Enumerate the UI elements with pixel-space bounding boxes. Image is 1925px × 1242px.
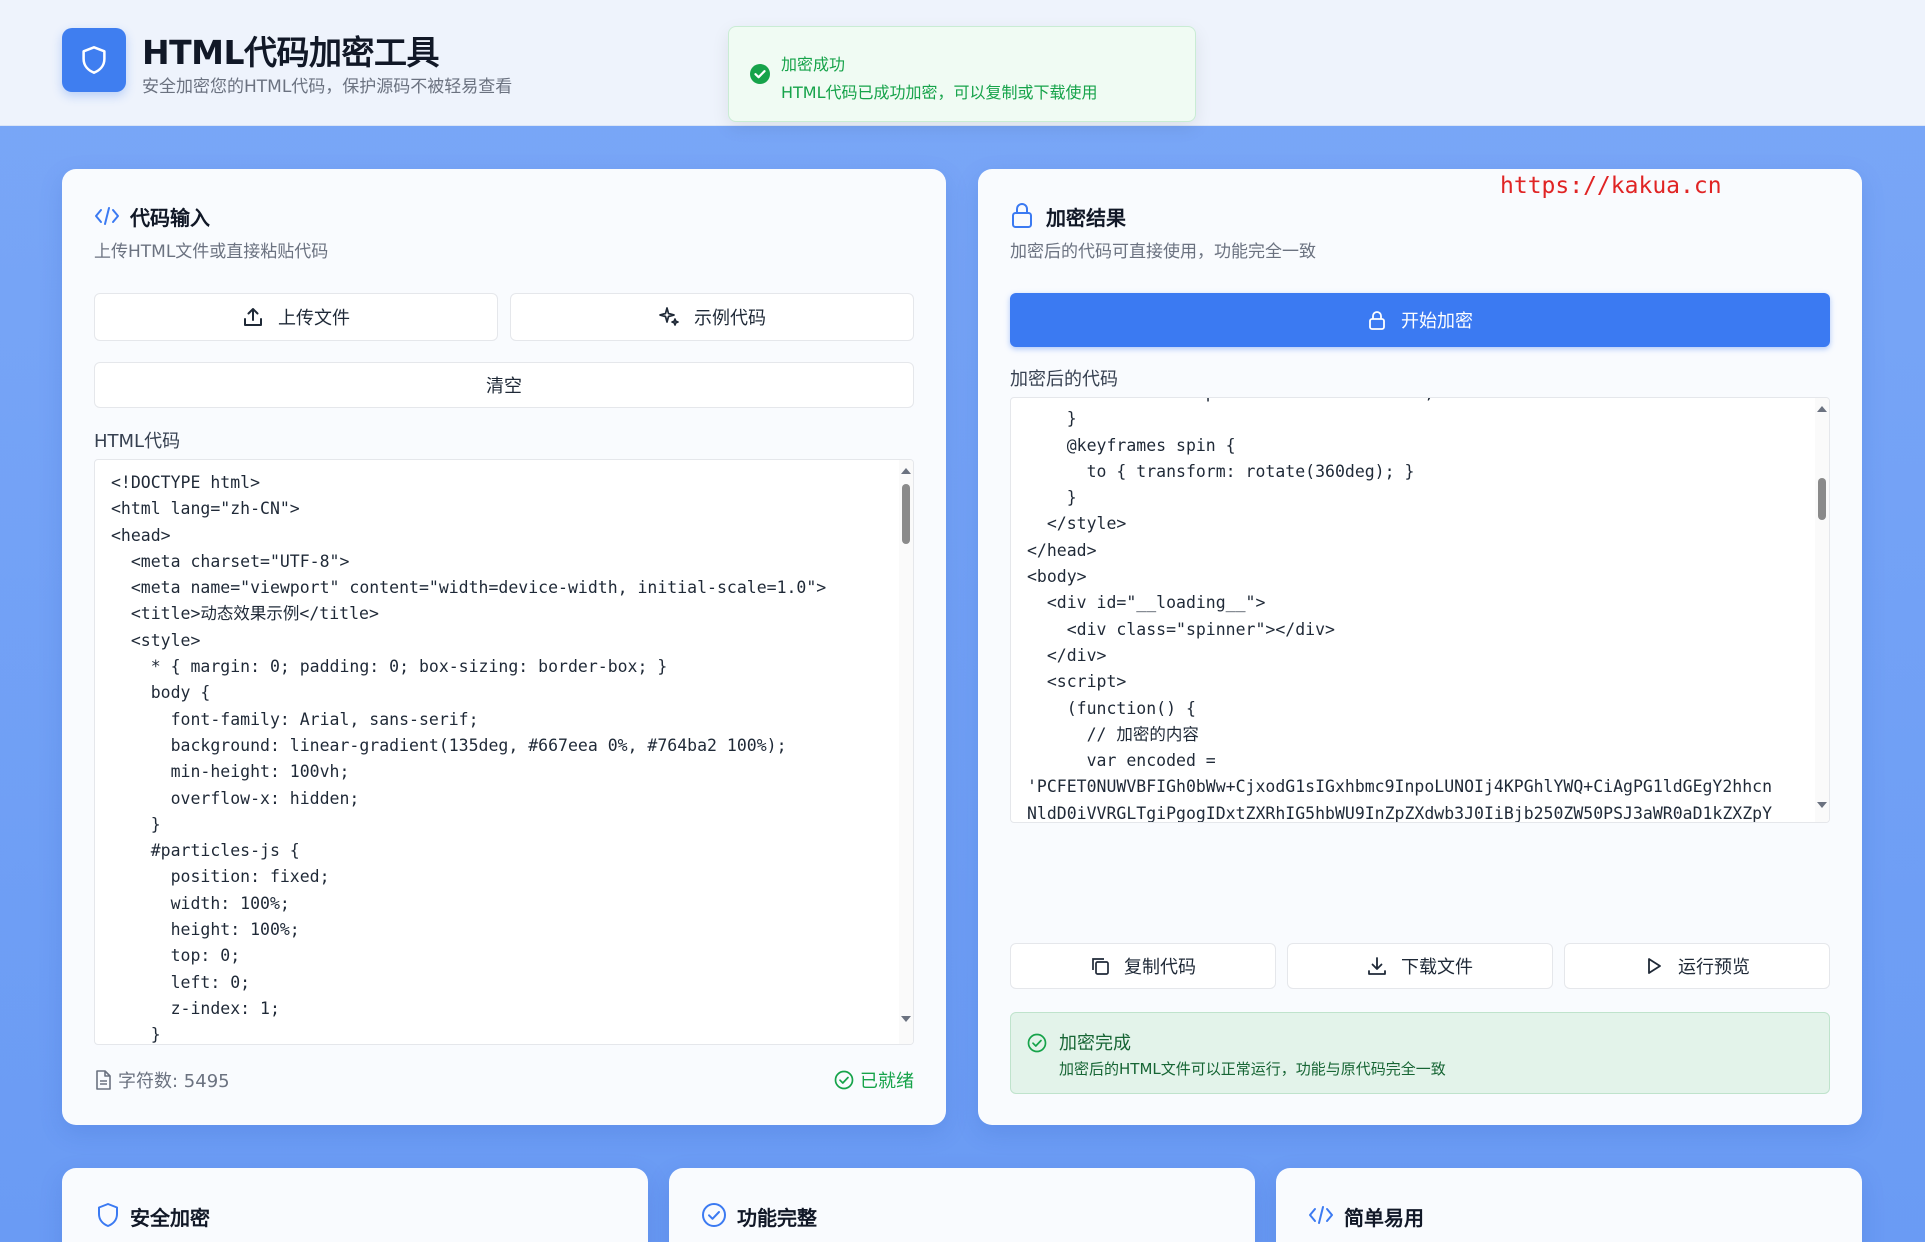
feature-title: 安全加密 xyxy=(130,1206,210,1230)
feature-card-complete: 功能完整 xyxy=(669,1168,1255,1242)
upload-icon xyxy=(244,308,262,326)
done-message: 加密后的HTML文件可以正常运行，功能与原代码完全一致 xyxy=(1059,1060,1446,1078)
copy-code-label: 复制代码 xyxy=(1124,957,1196,978)
html-code-content: <!DOCTYPE html> <html lang="zh-CN"> <hea… xyxy=(111,473,827,1045)
example-code-label: 示例代码 xyxy=(694,308,766,329)
run-preview-label: 运行预览 xyxy=(1678,957,1750,978)
result-scrollbar[interactable] xyxy=(1815,398,1829,822)
scroll-up-arrow[interactable] xyxy=(901,468,911,474)
feature-title: 简单易用 xyxy=(1344,1206,1424,1230)
result-scroll-thumb[interactable] xyxy=(1818,478,1826,520)
result-card: 加密结果 加密后的代码可直接使用，功能完全一致 开始加密 加密后的代码 anim… xyxy=(978,169,1862,1125)
start-encrypt-button[interactable]: 开始加密 xyxy=(1010,293,1830,347)
clear-button[interactable]: 清空 xyxy=(94,362,914,408)
done-title: 加密完成 xyxy=(1059,1033,1131,1054)
check-circle-icon xyxy=(702,1203,726,1227)
ready-status: 已就绪 xyxy=(834,1067,914,1093)
lock-icon xyxy=(1010,201,1034,233)
html-code-textarea[interactable]: <!DOCTYPE html> <html lang="zh-CN"> <hea… xyxy=(94,459,914,1045)
encrypted-code-textarea[interactable]: animation: spin 1s linear infinite; } @k… xyxy=(1010,397,1830,823)
check-circle-icon xyxy=(1027,1033,1047,1053)
clear-label: 清空 xyxy=(486,376,522,397)
app-title: HTML代码加密工具 xyxy=(142,33,440,72)
success-toast: 加密成功 HTML代码已成功加密，可以复制或下载使用 xyxy=(728,26,1196,122)
input-scrollbar[interactable] xyxy=(899,460,913,1044)
app-subtitle: 安全加密您的HTML代码，保护源码不被轻易查看 xyxy=(142,77,513,97)
scroll-up-arrow[interactable] xyxy=(1817,406,1827,412)
scroll-down-arrow[interactable] xyxy=(1817,802,1827,808)
download-file-button[interactable]: 下载文件 xyxy=(1287,943,1553,989)
feature-card-security: 安全加密 xyxy=(62,1168,648,1242)
char-count: 字符数: 5495 xyxy=(94,1067,230,1093)
check-circle-icon xyxy=(834,1070,854,1090)
toast-title: 加密成功 xyxy=(781,55,846,74)
char-count-text: 字符数: 5495 xyxy=(118,1071,230,1092)
check-circle-icon xyxy=(749,63,771,89)
code-icon xyxy=(94,205,120,231)
result-card-subtitle: 加密后的代码可直接使用，功能完全一致 xyxy=(1010,242,1316,262)
run-preview-button[interactable]: 运行预览 xyxy=(1564,943,1830,989)
html-code-label: HTML代码 xyxy=(94,431,181,452)
result-card-title: 加密结果 xyxy=(1046,206,1126,230)
play-icon xyxy=(1648,958,1661,974)
upload-file-button[interactable]: 上传文件 xyxy=(94,293,498,341)
input-card: 代码输入 上传HTML文件或直接粘贴代码 上传文件 示例代码 清空 HTML代码… xyxy=(62,169,946,1125)
shield-icon xyxy=(82,46,106,74)
copy-code-button[interactable]: 复制代码 xyxy=(1010,943,1276,989)
input-card-subtitle: 上传HTML文件或直接粘贴代码 xyxy=(94,242,329,262)
encrypted-code-label: 加密后的代码 xyxy=(1010,369,1118,390)
input-scroll-thumb[interactable] xyxy=(902,484,910,544)
upload-file-label: 上传文件 xyxy=(278,308,350,329)
feature-title: 功能完整 xyxy=(737,1206,817,1230)
start-encrypt-label: 开始加密 xyxy=(1401,311,1473,332)
watermark-url: https://kakua.cn xyxy=(1500,173,1722,199)
feature-card-easy: 简单易用 xyxy=(1276,1168,1862,1242)
shield-icon xyxy=(98,1203,118,1227)
example-code-button[interactable]: 示例代码 xyxy=(510,293,914,341)
sparkles-icon xyxy=(659,307,679,326)
app-logo xyxy=(62,28,126,92)
download-icon xyxy=(1368,957,1386,975)
download-file-label: 下载文件 xyxy=(1401,957,1473,978)
input-card-title: 代码输入 xyxy=(130,206,210,230)
file-icon xyxy=(96,1070,111,1090)
encrypt-done-notice: 加密完成 加密后的HTML文件可以正常运行，功能与原代码完全一致 xyxy=(1010,1012,1830,1094)
copy-icon xyxy=(1092,958,1109,975)
encrypted-code-content: animation: spin 1s linear infinite; } @k… xyxy=(1027,398,1773,823)
ready-status-text: 已就绪 xyxy=(860,1071,914,1092)
toast-message: HTML代码已成功加密，可以复制或下载使用 xyxy=(781,83,1098,102)
code-icon xyxy=(1309,1206,1333,1224)
scroll-down-arrow[interactable] xyxy=(901,1016,911,1022)
lock-icon xyxy=(1369,311,1385,330)
